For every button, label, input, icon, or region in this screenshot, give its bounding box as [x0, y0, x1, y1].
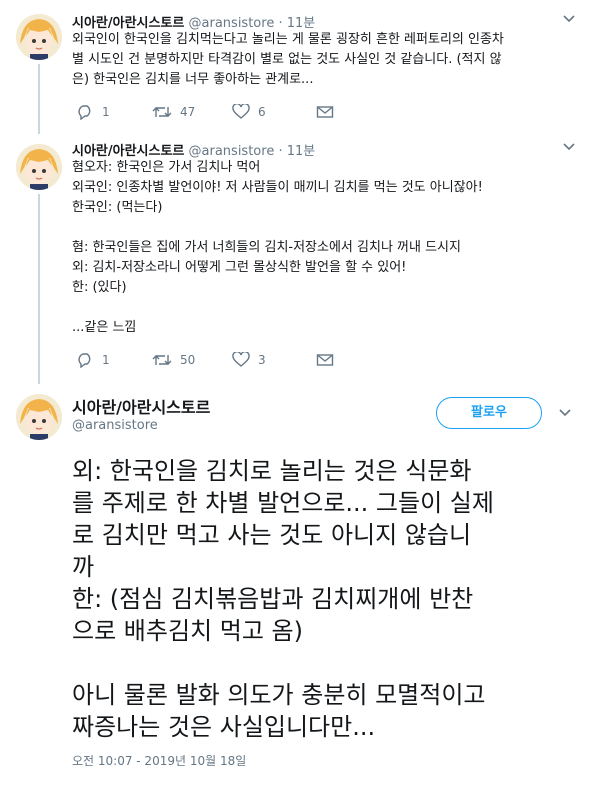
tweet-timestamp[interactable]: 오전 10:07 - 2019년 10월 18일 [72, 752, 246, 769]
tweet-header: 시아란/아란시스토르 @aransistore · 11분 [72, 140, 315, 159]
reply-button[interactable]: 1 [76, 104, 110, 120]
main-tweet-text: 외: 한국인을 김치로 놀리는 것은 식문화 를 주제로 한 차별 발언으로..… [72, 457, 494, 741]
reply-icon [78, 105, 91, 120]
tweet-header: 시아란/아란시스토르 @aransistore · 11분 [72, 12, 315, 31]
retweet-count: 47 [180, 105, 196, 119]
chevron-down-icon[interactable] [560, 140, 578, 158]
like-button[interactable]: 6 [232, 104, 266, 120]
thread-line [38, 64, 40, 134]
mail-icon [316, 354, 334, 366]
thread-line [38, 194, 40, 384]
retweet-button[interactable]: 50 [152, 352, 195, 368]
retweet-button[interactable]: 47 [152, 104, 195, 120]
reply-icon [78, 353, 91, 368]
tweet-time[interactable]: 11분 [287, 16, 316, 31]
like-count: 6 [258, 105, 266, 119]
avatar-image [16, 14, 62, 60]
retweet-icon [152, 107, 172, 117]
like-button[interactable]: 3 [232, 352, 266, 368]
separator-dot: · [278, 144, 283, 159]
tweet-text: 혐오자: 한국인은 가서 김치나 먹어 외국인: 인종차별 발언이야! 저 사람… [72, 160, 483, 335]
chevron-down-icon[interactable] [560, 12, 578, 30]
tweet-time[interactable]: 11분 [287, 144, 316, 159]
main-user-handle[interactable]: @aransistore [72, 418, 158, 433]
tweet[interactable]: 시아란/아란시스토르 @aransistore · 11분 외국인이 한국인을 … [0, 0, 596, 134]
avatar[interactable] [16, 144, 62, 190]
retweet-count: 50 [180, 353, 196, 367]
retweet-icon [152, 355, 172, 365]
chevron-down-icon[interactable] [556, 406, 574, 424]
avatar[interactable] [16, 14, 62, 60]
heart-icon [232, 104, 250, 119]
follow-button[interactable]: 팔로우 [436, 397, 542, 429]
mail-icon [316, 106, 334, 118]
reply-count: 1 [102, 353, 110, 367]
tweet-actions: 1 50 3 [72, 352, 372, 372]
tweet[interactable]: 시아란/아란시스토르 @aransistore · 11분 혐오자: 한국인은 … [0, 130, 596, 384]
avatar[interactable] [16, 394, 62, 440]
main-display-name[interactable]: 시아란/아란시스토르 [72, 394, 210, 418]
reply-button[interactable]: 1 [76, 352, 110, 368]
tweet-actions: 1 47 6 [72, 104, 372, 124]
tweet-text: 외국인이 한국인을 김치먹는다고 놀리는 게 물론 굉장히 흔한 레퍼토리의 인… [72, 32, 504, 87]
reply-count: 1 [102, 105, 110, 119]
heart-icon [232, 352, 250, 367]
message-button[interactable] [316, 104, 334, 120]
avatar-image [16, 144, 62, 190]
display-name[interactable]: 시아란/아란시스토르 [72, 144, 184, 159]
user-handle[interactable]: @aransistore [189, 144, 275, 159]
user-handle[interactable]: @aransistore [189, 16, 275, 31]
message-button[interactable] [316, 352, 334, 368]
display-name[interactable]: 시아란/아란시스토르 [72, 16, 184, 31]
separator-dot: · [278, 16, 283, 31]
avatar-image [16, 394, 62, 440]
like-count: 3 [258, 353, 266, 367]
